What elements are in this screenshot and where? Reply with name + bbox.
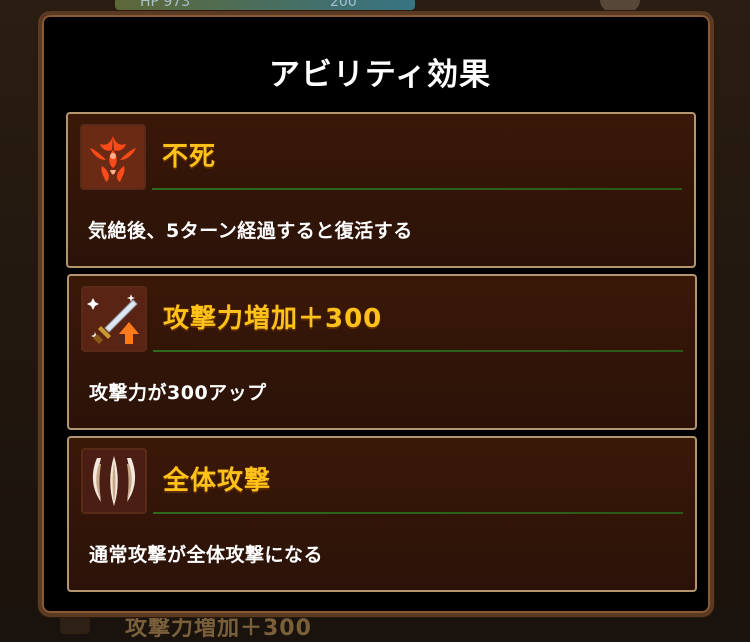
ability-name: 不死 — [162, 142, 217, 172]
phoenix-icon — [80, 124, 146, 190]
ability-effect-dialog[interactable]: アビリティ効果 不死 気絶後、5ターン経過すると復活する 攻撃力増加＋300 攻… — [38, 11, 714, 617]
ability-card-undying: 不死 気絶後、5ターン経過すると復活する — [66, 112, 696, 268]
name-divider — [152, 188, 682, 190]
ability-name: 全体攻撃 — [163, 466, 272, 496]
ability-card-attack-up: 攻撃力増加＋300 攻撃力が300アップ — [67, 274, 697, 430]
claw-icon — [81, 448, 147, 514]
ability-card-full-attack: 全体攻撃 通常攻撃が全体攻撃になる — [67, 436, 697, 592]
sword-up-icon — [81, 286, 147, 352]
name-divider — [153, 350, 683, 352]
dialog-title: アビリティ効果 — [268, 57, 492, 93]
name-divider — [153, 512, 683, 514]
hp-max-text: 200 — [330, 0, 357, 10]
ability-description: 攻撃力が300アップ — [89, 382, 267, 404]
ability-description: 気絶後、5ターン経過すると復活する — [88, 220, 413, 242]
ability-name: 攻撃力増加＋300 — [163, 304, 383, 334]
ability-description: 通常攻撃が全体攻撃になる — [89, 544, 324, 566]
hp-text: HP 973 — [140, 0, 191, 10]
